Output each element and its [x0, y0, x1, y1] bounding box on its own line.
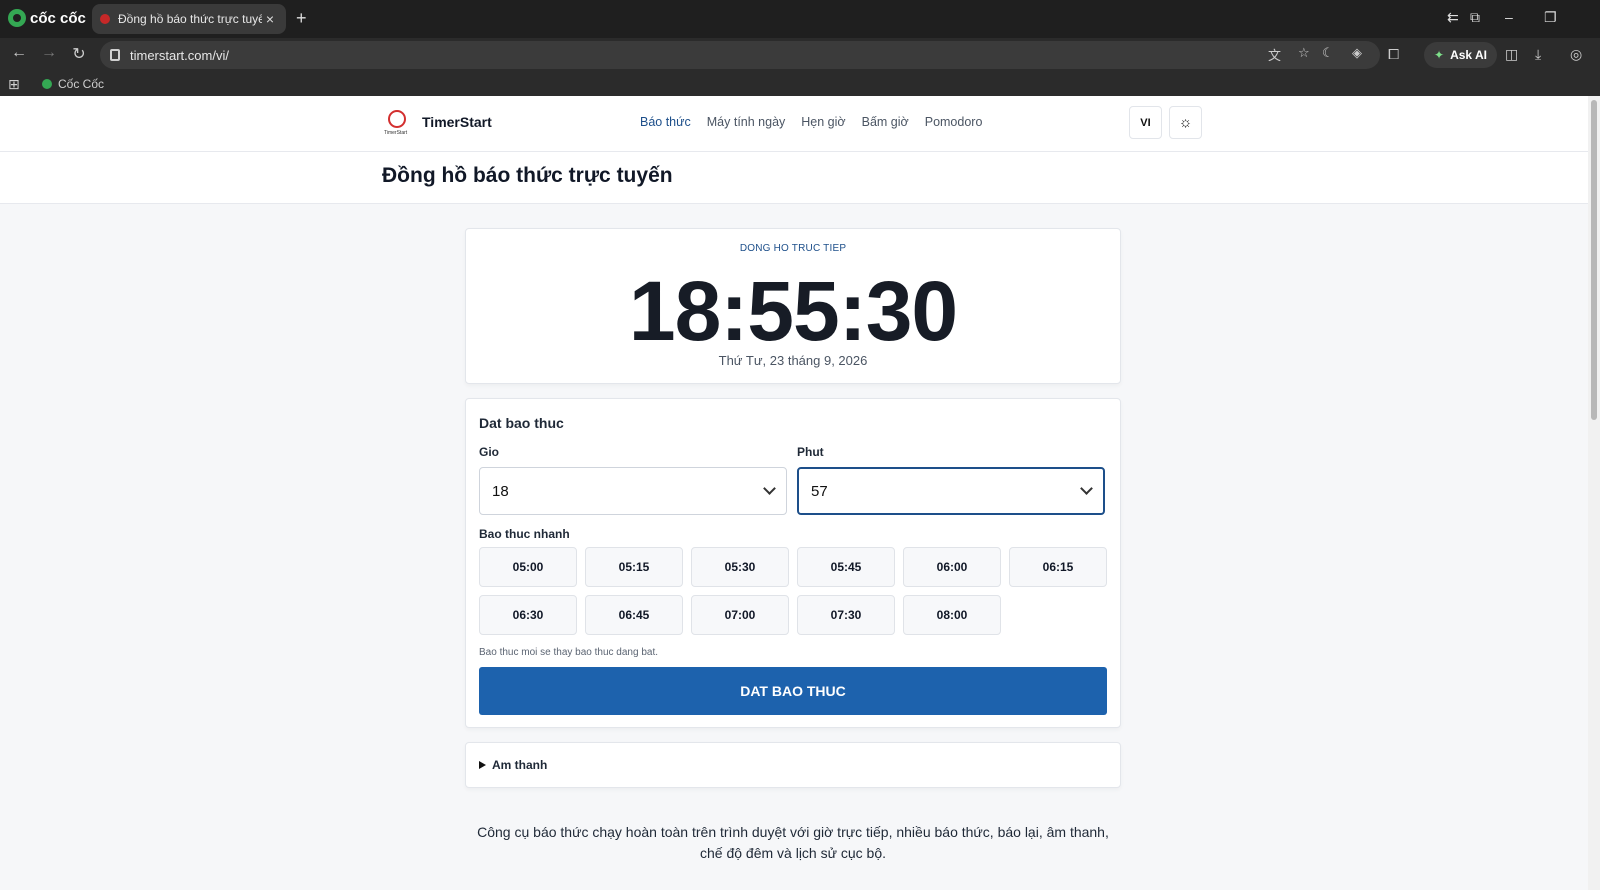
- disclosure-triangle-icon: [479, 761, 486, 769]
- browser-brand-label: cốc cốc: [30, 9, 86, 27]
- dark-mode-icon[interactable]: ☾: [1322, 45, 1334, 61]
- page-title: Đồng hồ báo thức trực tuyến: [382, 164, 673, 187]
- nav-item-date-calculator[interactable]: Máy tính ngày: [707, 115, 786, 129]
- sound-section-toggle[interactable]: Am thanh: [465, 742, 1121, 788]
- live-clock-label: DONG HO TRUC TIEP: [739, 243, 847, 254]
- split-view-icon[interactable]: ◫: [1505, 46, 1518, 63]
- profile-icon[interactable]: ◎: [1570, 46, 1582, 63]
- chevron-down-icon: [1080, 482, 1093, 495]
- minute-label: Phut: [797, 445, 824, 459]
- page-title-bar: Đồng hồ báo thức trực tuyến: [0, 152, 1588, 204]
- set-alarm-title: Dat bao thuc: [479, 415, 564, 431]
- minimize-icon[interactable]: –: [1505, 9, 1513, 25]
- page-scrollbar[interactable]: [1588, 96, 1600, 890]
- bookmark-star-icon[interactable]: ☆: [1298, 45, 1310, 61]
- extensions-icon[interactable]: ⧠: [1388, 46, 1399, 63]
- lock-icon: [110, 49, 120, 61]
- browser-toolbar: ← → ↻ timerstart.com/vi/ 文 ☆ ☾ ◈ ⧠ ✦ Ask…: [0, 38, 1600, 72]
- set-alarm-card: Dat bao thuc Gio 18 Phut 57 Bao thuc nha…: [465, 398, 1121, 728]
- site-header: TimerStart TimerStart Báo thức Máy tính …: [0, 96, 1588, 152]
- main-nav: Báo thức Máy tính ngày Hẹn giờ Bấm giờ P…: [640, 115, 982, 129]
- new-tab-button[interactable]: +: [296, 8, 307, 29]
- address-url: timerstart.com/vi/: [130, 47, 229, 63]
- quick-alarm-chip[interactable]: 06:30: [479, 595, 577, 635]
- quick-alarm-chip[interactable]: 08:00: [903, 595, 1001, 635]
- site-logo[interactable]: TimerStart: [384, 108, 412, 136]
- live-clock-time: 18:55:30: [628, 264, 958, 358]
- nav-item-stopwatch[interactable]: Bấm giờ: [862, 115, 909, 129]
- live-clock-date: Thứ Tư, 23 tháng 9, 2026: [718, 353, 868, 368]
- back-icon[interactable]: ←: [8, 44, 30, 62]
- address-bar[interactable]: timerstart.com/vi/: [100, 41, 1380, 69]
- apps-grid-icon[interactable]: ⊞: [8, 76, 20, 93]
- alarm-clock-logo-icon: [388, 110, 406, 128]
- site-name[interactable]: TimerStart: [422, 114, 492, 130]
- nav-item-alarm[interactable]: Báo thức: [640, 115, 691, 129]
- ask-ai-label: Ask AI: [1450, 48, 1487, 62]
- hour-select[interactable]: 18: [479, 467, 787, 515]
- quick-alarm-chip[interactable]: 05:45: [797, 547, 895, 587]
- tab-close-icon[interactable]: ×: [262, 11, 278, 27]
- bookmark-coccoc[interactable]: Cốc Cốc: [42, 77, 104, 91]
- tab-favicon-icon: [100, 14, 110, 24]
- browser-brand: cốc cốc: [8, 9, 86, 27]
- screenshot-icon[interactable]: ⧉: [1470, 9, 1480, 26]
- sparkle-icon: ✦: [1434, 48, 1445, 62]
- nav-item-timer[interactable]: Hẹn giờ: [801, 115, 845, 129]
- coccoc-bookmark-icon: [42, 79, 52, 89]
- language-button[interactable]: VI: [1129, 106, 1162, 139]
- shield-icon[interactable]: ◈: [1352, 45, 1362, 61]
- restore-icon[interactable]: ❐: [1544, 9, 1557, 26]
- sound-section-label: Am thanh: [492, 758, 548, 772]
- quick-alarm-label: Bao thuc nhanh: [479, 527, 570, 541]
- logo-wordmark: TimerStart: [384, 130, 408, 136]
- quick-alarm-chip[interactable]: 05:15: [585, 547, 683, 587]
- nav-item-pomodoro[interactable]: Pomodoro: [925, 115, 983, 129]
- bookmark-label: Cốc Cốc: [58, 77, 105, 91]
- bookmarks-bar: ⊞ Cốc Cốc: [0, 72, 1600, 96]
- tool-description: Công cụ báo thức chạy hoàn toàn trên trì…: [477, 824, 1109, 861]
- quick-alarm-chip[interactable]: 05:30: [691, 547, 789, 587]
- translate-icon[interactable]: 文: [1268, 45, 1281, 64]
- hour-label: Gio: [479, 445, 499, 459]
- hour-select-value: 18: [492, 482, 509, 500]
- alarm-hint: Bao thuc moi se thay bao thuc dang bat.: [479, 647, 659, 658]
- reload-icon[interactable]: ↻: [68, 44, 90, 64]
- browser-tab-active[interactable]: Đồng hồ báo thức trực tuyến ×: [92, 4, 286, 34]
- download-icon[interactable]: ⤓: [1535, 46, 1541, 63]
- chevron-down-icon: [763, 482, 776, 495]
- theme-toggle-sun-icon[interactable]: ☼: [1169, 106, 1202, 139]
- quick-alarm-chip[interactable]: 05:00: [479, 547, 577, 587]
- set-alarm-button[interactable]: DAT BAO THUC: [479, 667, 1107, 715]
- quick-alarm-chip[interactable]: 06:45: [585, 595, 683, 635]
- quick-alarm-chip[interactable]: 07:00: [691, 595, 789, 635]
- forward-icon[interactable]: →: [38, 44, 60, 62]
- quick-alarm-chip[interactable]: 06:00: [903, 547, 1001, 587]
- quick-alarm-chip[interactable]: 06:15: [1009, 547, 1107, 587]
- ask-ai-button[interactable]: ✦ Ask AI: [1424, 42, 1497, 68]
- live-clock-card: DONG HO TRUC TIEP 18:55:30 Thứ Tư, 23 th…: [465, 228, 1121, 384]
- browser-tabbar: cốc cốc Đồng hồ báo thức trực tuyến × + …: [0, 0, 1600, 38]
- quick-alarm-chip[interactable]: 07:30: [797, 595, 895, 635]
- scrollbar-thumb[interactable]: [1591, 100, 1597, 420]
- minute-select-value: 57: [811, 482, 828, 500]
- tab-search-icon[interactable]: ⇇: [1447, 9, 1459, 26]
- coccoc-logo-icon: [8, 9, 26, 27]
- page-viewport: TimerStart TimerStart Báo thức Máy tính …: [0, 96, 1588, 890]
- minute-select[interactable]: 57: [797, 467, 1105, 515]
- tab-title: Đồng hồ báo thức trực tuyến: [118, 12, 262, 26]
